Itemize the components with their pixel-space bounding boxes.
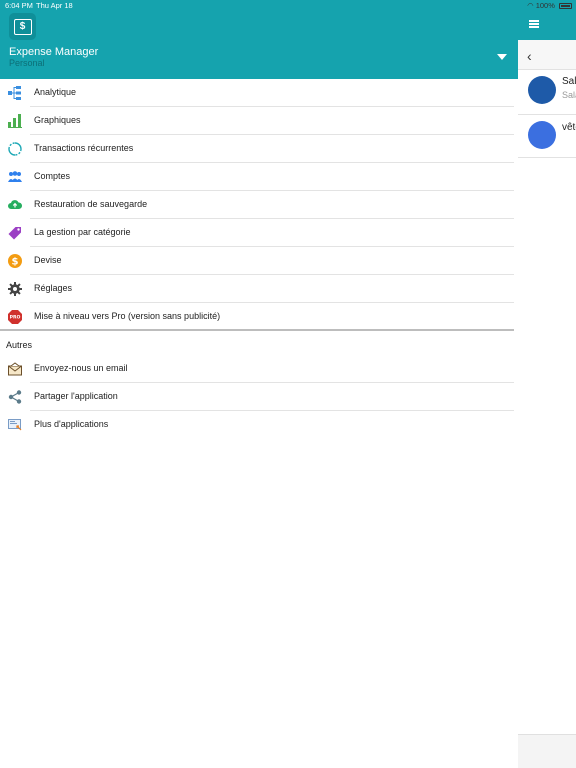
- menu-item-label: Réglages: [34, 283, 73, 293]
- menu-item-reglages[interactable]: Réglages: [0, 275, 518, 303]
- menu-item-restauration-de-sauvegarde[interactable]: Restauration de sauvegarde: [0, 191, 518, 219]
- section-header-autres: Autres: [0, 331, 518, 355]
- menu-item-label: Restauration de sauvegarde: [34, 199, 148, 209]
- shirt-icon: [528, 121, 556, 149]
- background-item-subtitle: Sala: [562, 90, 576, 100]
- background-bottom-bar: [518, 734, 576, 768]
- menu-item-label: Graphiques: [34, 115, 81, 125]
- background-back-bar: ‹: [518, 40, 576, 70]
- menu-item-transactions-recurrentes[interactable]: Transactions récurrentes: [0, 135, 518, 163]
- email-icon: [8, 362, 22, 376]
- menu-item-upgrade-pro[interactable]: PRO Mise à niveau vers Pro (version sans…: [0, 303, 518, 331]
- account-name: Personal: [9, 58, 45, 68]
- menu-item-label: Transactions récurrentes: [34, 143, 134, 153]
- tag-icon: [8, 227, 21, 240]
- menu-item-label: Analytique: [34, 87, 77, 97]
- battery-percent: 100%: [535, 1, 555, 10]
- background-list-item[interactable]: Sala Sala: [518, 71, 576, 115]
- menu-item-more-apps[interactable]: Plus d'applications: [0, 411, 518, 439]
- bar-chart-icon: [8, 114, 22, 128]
- menu-item-label: Partager l'application: [34, 391, 118, 401]
- background-screen: ‹ Sala Sala vête: [518, 0, 576, 768]
- accounts-icon: [8, 171, 22, 182]
- svg-text:PRO: PRO: [10, 315, 21, 321]
- recurring-icon: [8, 142, 22, 156]
- battery-icon: [559, 3, 572, 10]
- analytics-icon: [8, 86, 21, 100]
- navigation-drawer: $ Expense Manager Personal Analytique Gr…: [0, 0, 518, 768]
- back-chevron-icon[interactable]: ‹: [527, 48, 532, 64]
- svg-text:$: $: [12, 257, 19, 268]
- coins-icon: [528, 76, 556, 104]
- menu-item-label: Comptes: [34, 171, 71, 181]
- menu-item-comptes[interactable]: Comptes: [0, 163, 518, 191]
- status-indicators: ◠ 100%: [527, 1, 572, 10]
- drawer-menu: Analytique Graphiques Transactions récur…: [0, 79, 518, 439]
- background-item-title: vête: [562, 122, 576, 133]
- section-title: Autres: [6, 340, 33, 350]
- background-list-item[interactable]: vête: [518, 114, 576, 158]
- app-name: Expense Manager: [9, 46, 99, 58]
- menu-item-analytique[interactable]: Analytique: [0, 79, 518, 107]
- pro-icon: PRO: [8, 310, 22, 324]
- status-time: 6:04 PM: [5, 1, 33, 10]
- menu-item-label: Mise à niveau vers Pro (version sans pub…: [34, 311, 221, 321]
- wifi-icon: ◠: [527, 1, 534, 10]
- menu-item-label: Plus d'applications: [34, 419, 109, 429]
- app-logo-icon: $: [9, 13, 36, 40]
- menu-item-graphiques[interactable]: Graphiques: [0, 107, 518, 135]
- gear-icon: [8, 282, 22, 296]
- status-bar: 6:04 PM Thu Apr 18: [0, 0, 518, 12]
- account-dropdown-icon[interactable]: [497, 54, 507, 60]
- menu-item-share[interactable]: Partager l'application: [0, 383, 518, 411]
- status-date: Thu Apr 18: [36, 1, 73, 10]
- background-item-title: Sala: [562, 76, 576, 87]
- menu-item-devise[interactable]: $ Devise: [0, 247, 518, 275]
- more-apps-icon: [8, 419, 22, 431]
- menu-item-label: Envoyez-nous un email: [34, 363, 128, 373]
- menu-item-gestion-par-categorie[interactable]: La gestion par catégorie: [0, 219, 518, 247]
- hamburger-menu-icon[interactable]: [529, 20, 539, 28]
- currency-icon: $: [8, 254, 22, 268]
- menu-item-email[interactable]: Envoyez-nous un email: [0, 355, 518, 383]
- share-icon: [8, 390, 22, 404]
- cloud-upload-icon: [8, 200, 22, 209]
- menu-item-label: Devise: [34, 255, 62, 265]
- menu-item-label: La gestion par catégorie: [34, 227, 131, 237]
